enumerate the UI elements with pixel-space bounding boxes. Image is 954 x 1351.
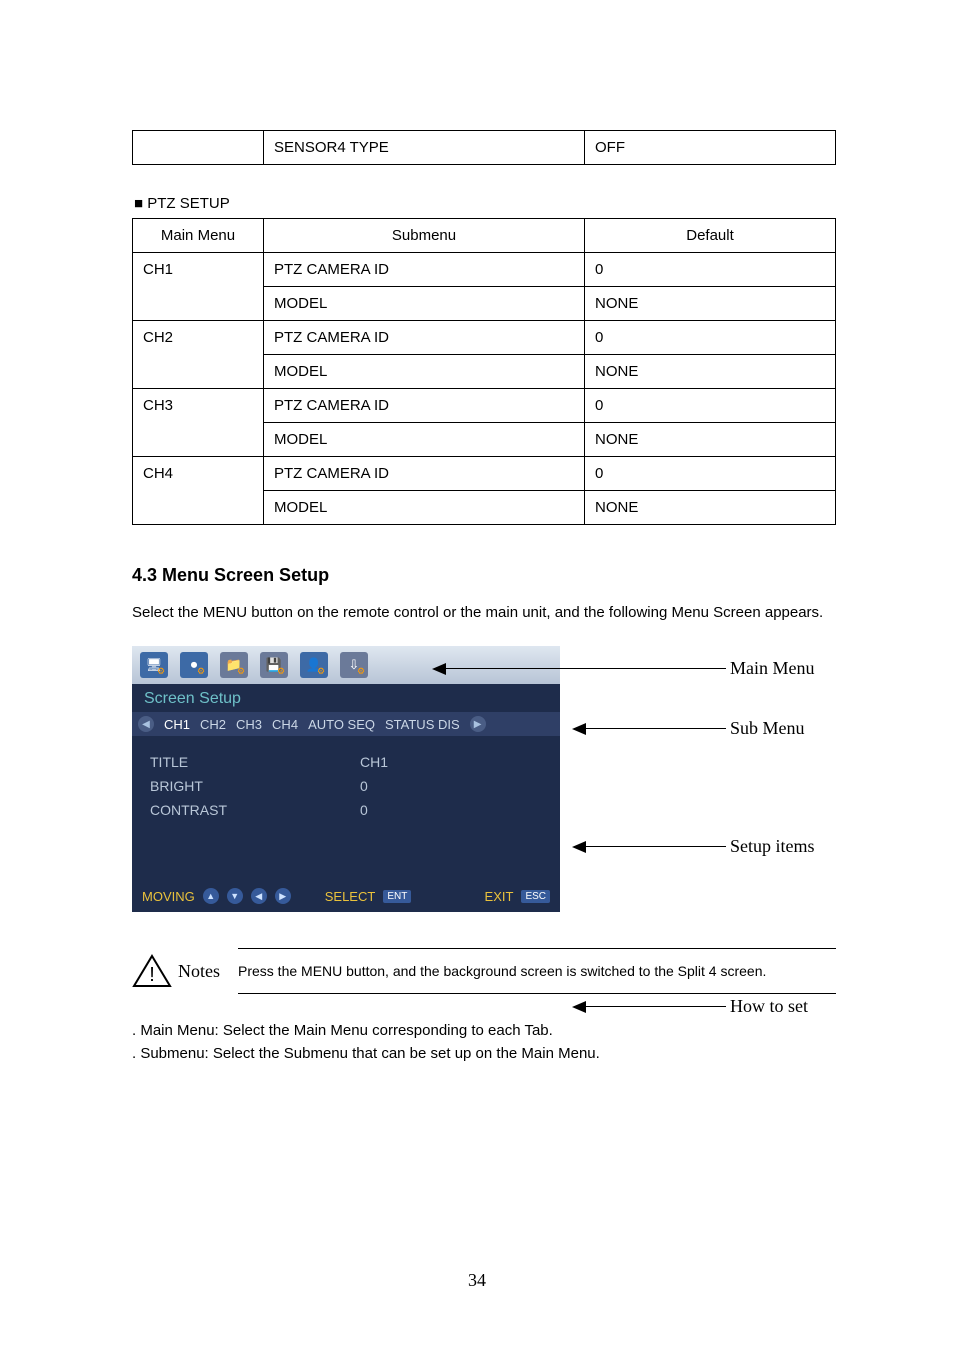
arrow-left-icon: ◀ xyxy=(251,888,267,904)
osd-icon-screen: 🖥⚙ xyxy=(140,652,168,678)
list-line: . Main Menu: Select the Main Menu corres… xyxy=(132,1022,836,1039)
ptz-row-sub: MODEL xyxy=(274,499,327,516)
sensor-submenu: SENSOR4 TYPE xyxy=(274,139,389,156)
osd-footer-exit-tag: ESC xyxy=(521,890,550,903)
arrow-down-icon: ▼ xyxy=(227,888,243,904)
osd-tab-left-arrow-icon: ◀ xyxy=(138,716,154,732)
ptz-row-main: CH2 xyxy=(143,329,173,346)
ptz-row-main: CH4 xyxy=(143,465,173,482)
osd-icon-storage: 💾⚙ xyxy=(260,652,288,678)
ptz-row-sub: PTZ CAMERA ID xyxy=(274,329,389,346)
osd-tab: CH4 xyxy=(272,717,298,732)
osd-screenshot: 🖥⚙ ⏺⚙ 📁⚙ 💾⚙ 👤⚙ ⇩⚙ Screen Setup ◀ CH1 CH2… xyxy=(132,646,560,912)
osd-tab: CH2 xyxy=(200,717,226,732)
ptz-table: Main Menu Submenu Default CH1 PTZ CAMERA… xyxy=(132,218,836,525)
osd-setup-value: 0 xyxy=(360,778,368,794)
osd-tab-right-arrow-icon: ▶ xyxy=(470,716,486,732)
ptz-row-def: NONE xyxy=(595,431,638,448)
osd-setup-value: CH1 xyxy=(360,754,388,770)
notes-block: ! Notes Press the MENU button, and the b… xyxy=(132,948,836,994)
osd-icon-backup: ⇩⚙ xyxy=(340,652,368,678)
osd-setup-key: CONTRAST xyxy=(150,802,360,818)
ptz-row-def: 0 xyxy=(595,465,603,482)
ptz-row-main: CH1 xyxy=(143,261,173,278)
list-line: . Submenu: Select the Submenu that can b… xyxy=(132,1045,836,1062)
osd-icon-network: 👤⚙ xyxy=(300,652,328,678)
ptz-row-def: 0 xyxy=(595,329,603,346)
osd-icon-record: ⏺⚙ xyxy=(180,652,208,678)
annotation-sub-menu: Sub Menu xyxy=(572,718,805,739)
osd-submenu-bar: ◀ CH1 CH2 CH3 CH4 AUTO SEQ STATUS DIS ▶ xyxy=(132,712,560,736)
osd-setup-key: BRIGHT xyxy=(150,778,360,794)
osd-footer-select: SELECT xyxy=(325,889,376,904)
ptz-heading: ■ PTZ SETUP xyxy=(134,195,836,212)
notes-text: Press the MENU button, and the backgroun… xyxy=(238,963,766,979)
ptz-header-main: Main Menu xyxy=(161,227,235,244)
osd-footer-exit: EXIT xyxy=(485,889,514,904)
osd-setup-value: 0 xyxy=(360,802,368,818)
ptz-row-def: NONE xyxy=(595,363,638,380)
svg-text:!: ! xyxy=(149,964,155,986)
sensor-table-fragment: SENSOR4 TYPE OFF xyxy=(132,130,836,165)
osd-title: Screen Setup xyxy=(132,684,560,712)
osd-footer-moving: MOVING xyxy=(142,889,195,904)
ptz-row-def: NONE xyxy=(595,295,638,312)
osd-tab: STATUS DIS xyxy=(385,717,460,732)
section-body-4-3: Select the MENU button on the remote con… xyxy=(132,598,836,628)
ptz-row-sub: MODEL xyxy=(274,431,327,448)
section-title-4-3: 4.3 Menu Screen Setup xyxy=(132,565,836,586)
annotation-setup-items: Setup items xyxy=(572,836,815,857)
ptz-row-main: CH3 xyxy=(143,397,173,414)
osd-icon-system: 📁⚙ xyxy=(220,652,248,678)
warning-triangle-icon: ! xyxy=(132,954,172,988)
ptz-row-def: NONE xyxy=(595,499,638,516)
annotation-how-to-set: How to set xyxy=(572,996,808,1017)
annotation-main-menu: Main Menu xyxy=(432,658,815,679)
ptz-header-sub: Submenu xyxy=(392,227,456,244)
osd-footer-select-tag: ENT xyxy=(383,890,411,903)
osd-setup-key: TITLE xyxy=(150,754,360,770)
notes-label: Notes xyxy=(178,961,220,982)
page-number: 34 xyxy=(0,1270,954,1291)
ptz-row-sub: MODEL xyxy=(274,363,327,380)
osd-tab: CH1 xyxy=(164,717,190,732)
arrow-right-icon: ▶ xyxy=(275,888,291,904)
osd-tab: CH3 xyxy=(236,717,262,732)
ptz-row-sub: PTZ CAMERA ID xyxy=(274,397,389,414)
ptz-row-sub: PTZ CAMERA ID xyxy=(274,261,389,278)
osd-tab: AUTO SEQ xyxy=(308,717,375,732)
osd-footer: MOVING ▲ ▼ ◀ ▶ SELECT ENT EXIT ESC xyxy=(132,880,560,912)
sensor-default: OFF xyxy=(595,139,625,156)
ptz-row-def: 0 xyxy=(595,261,603,278)
arrow-up-icon: ▲ xyxy=(203,888,219,904)
ptz-header-default: Default xyxy=(686,227,734,244)
ptz-row-sub: PTZ CAMERA ID xyxy=(274,465,389,482)
ptz-row-def: 0 xyxy=(595,397,603,414)
ptz-row-sub: MODEL xyxy=(274,295,327,312)
